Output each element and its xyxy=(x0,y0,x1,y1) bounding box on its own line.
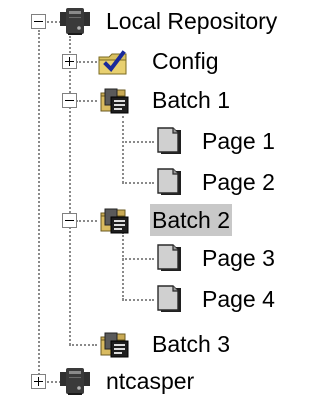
tree-node-page-3[interactable]: Page 3 xyxy=(200,242,277,274)
tree-connector-page-1 xyxy=(122,141,154,143)
tree-node-page-1[interactable]: Page 1 xyxy=(200,125,277,157)
batch-folder-icon xyxy=(99,85,131,115)
tree-connector-page-3 xyxy=(122,258,154,260)
collapse-batch-2-button[interactable] xyxy=(62,213,77,228)
tree-connector-batch-3 xyxy=(69,344,97,346)
tree-line-root xyxy=(38,30,40,382)
tree-node-ntcasper[interactable]: ntcasper xyxy=(104,365,196,397)
page-icon xyxy=(154,126,186,156)
page-icon xyxy=(154,167,186,197)
collapse-batch-1-button[interactable] xyxy=(62,93,77,108)
collapse-local-repository-button[interactable] xyxy=(31,14,46,29)
page-icon xyxy=(154,284,186,314)
batch-folder-icon xyxy=(99,205,131,235)
tree-node-config[interactable]: Config xyxy=(150,45,220,77)
expand-ntcasper-button[interactable] xyxy=(31,374,46,389)
tree-connector-page-4 xyxy=(122,299,154,301)
tree-node-page-4[interactable]: Page 4 xyxy=(200,283,277,315)
config-folder-icon xyxy=(97,46,129,76)
tree-connector-config xyxy=(76,61,97,63)
batch-folder-icon xyxy=(99,329,131,359)
tree-connector-batch-1 xyxy=(76,100,97,102)
tree-line-local-repository xyxy=(69,36,71,345)
tree-node-batch-1[interactable]: Batch 1 xyxy=(150,84,232,116)
server-icon xyxy=(59,366,91,396)
repository-tree: Local Repository Config Batch 1 Page 1 P… xyxy=(0,0,305,400)
tree-node-batch-3[interactable]: Batch 3 xyxy=(150,328,232,360)
expand-config-button[interactable] xyxy=(62,54,77,69)
page-icon xyxy=(154,243,186,273)
tree-connector-batch-2 xyxy=(76,220,97,222)
tree-node-local-repository[interactable]: Local Repository xyxy=(104,5,279,37)
tree-node-batch-2[interactable]: Batch 2 xyxy=(150,204,232,236)
tree-connector-page-2 xyxy=(122,182,154,184)
tree-line-batch-2 xyxy=(122,232,124,300)
tree-line-batch-1 xyxy=(122,116,124,183)
server-icon xyxy=(59,6,91,36)
tree-node-page-2[interactable]: Page 2 xyxy=(200,166,277,198)
